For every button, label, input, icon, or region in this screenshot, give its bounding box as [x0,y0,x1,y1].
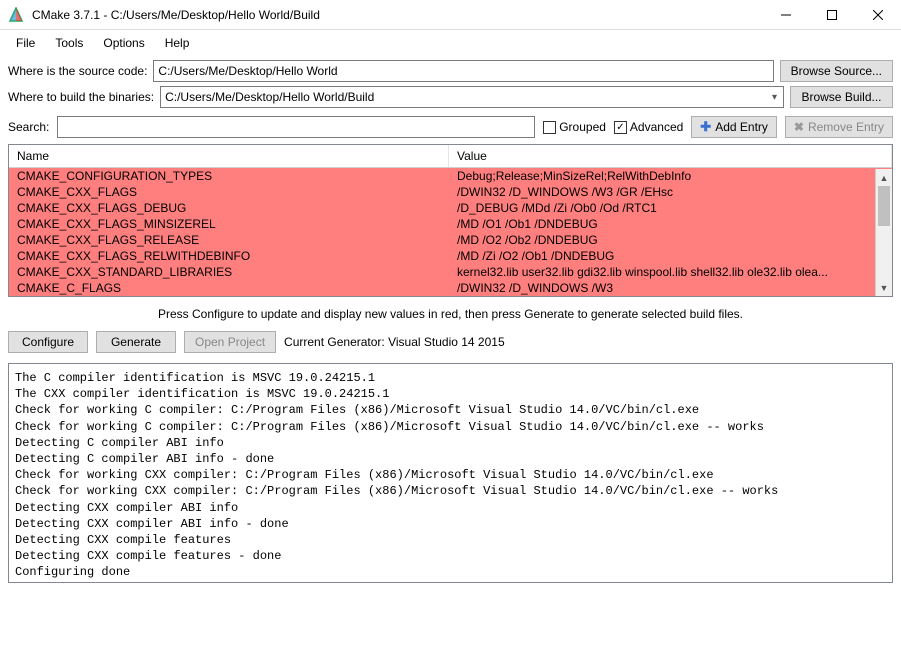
build-input[interactable] [165,90,770,104]
menu-file[interactable]: File [8,34,43,52]
open-project-button: Open Project [184,331,276,353]
remove-entry-label: Remove Entry [808,120,884,134]
search-label: Search: [8,120,49,134]
cell-name: CMAKE_CXX_FLAGS [9,184,449,200]
cell-value: Debug;Release;MinSizeRel;RelWithDebInfo [449,168,875,184]
cell-name: CMAKE_CXX_FLAGS_RELWITHDEBINFO [9,248,449,264]
chevron-down-icon[interactable]: ▾ [770,92,779,103]
hint-text: Press Configure to update and display ne… [8,301,893,325]
menubar: File Tools Options Help [0,30,901,56]
output-log[interactable]: The C compiler identification is MSVC 19… [8,363,893,583]
cell-value: /DWIN32 /D_WINDOWS /W3 /GR /EHsc [449,184,875,200]
advanced-checkbox[interactable]: ✓ Advanced [614,120,683,134]
checkbox-box-icon [543,121,556,134]
generate-button[interactable]: Generate [96,331,176,353]
plus-icon: ✚ [700,119,711,135]
menu-help[interactable]: Help [157,34,198,52]
build-label: Where to build the binaries: [8,90,154,104]
cell-value: /MD /O1 /Ob1 /DNDEBUG [449,216,875,232]
window-title: CMake 3.7.1 - C:/Users/Me/Desktop/Hello … [32,8,763,22]
configure-button[interactable]: Configure [8,331,88,353]
source-input[interactable] [158,64,768,78]
menu-options[interactable]: Options [95,34,152,52]
table-row[interactable]: CMAKE_CXX_STANDARD_LIBRARIESkernel32.lib… [9,264,875,280]
grouped-checkbox[interactable]: Grouped [543,120,606,134]
source-label: Where is the source code: [8,64,147,78]
cell-value: /DWIN32 /D_WINDOWS /W3 [449,280,875,296]
minimize-button[interactable] [763,0,809,30]
cell-name: CMAKE_CXX_STANDARD_LIBRARIES [9,264,449,280]
grouped-label: Grouped [559,120,606,134]
table-row[interactable]: CMAKE_C_FLAGS/DWIN32 /D_WINDOWS /W3 [9,280,875,296]
add-entry-label: Add Entry [715,120,768,134]
advanced-label: Advanced [630,120,683,134]
cell-name: CMAKE_CXX_FLAGS_MINSIZEREL [9,216,449,232]
table-scrollbar[interactable]: ▲ ▼ [875,169,892,296]
current-generator-label: Current Generator: Visual Studio 14 2015 [284,335,505,349]
checkbox-box-icon: ✓ [614,121,627,134]
close-button[interactable] [855,0,901,30]
cell-value: /MD /Zi /O2 /Ob1 /DNDEBUG [449,248,875,264]
browse-build-button[interactable]: Browse Build... [790,86,893,108]
scroll-up-icon[interactable]: ▲ [876,169,892,186]
build-path-box[interactable]: ▾ [160,86,784,108]
column-header-value[interactable]: Value [449,145,892,167]
cache-table: Name Value CMAKE_CONFIGURATION_TYPESDebu… [8,144,893,297]
titlebar: CMake 3.7.1 - C:/Users/Me/Desktop/Hello … [0,0,901,30]
browse-source-button[interactable]: Browse Source... [780,60,893,82]
cell-name: CMAKE_CXX_FLAGS_RELEASE [9,232,449,248]
x-icon: ✖ [794,120,804,134]
add-entry-button[interactable]: ✚ Add Entry [691,116,777,138]
scroll-down-icon[interactable]: ▼ [876,279,892,296]
table-row[interactable]: CMAKE_CXX_FLAGS/DWIN32 /D_WINDOWS /W3 /G… [9,184,875,200]
table-row[interactable]: CMAKE_CONFIGURATION_TYPESDebug;Release;M… [9,168,875,184]
search-input[interactable] [57,116,535,138]
scrollbar-thumb[interactable] [878,186,890,226]
table-row[interactable]: CMAKE_CXX_FLAGS_MINSIZEREL/MD /O1 /Ob1 /… [9,216,875,232]
table-row[interactable]: CMAKE_CXX_FLAGS_RELWITHDEBINFO/MD /Zi /O… [9,248,875,264]
cell-name: CMAKE_CXX_FLAGS_DEBUG [9,200,449,216]
menu-tools[interactable]: Tools [47,34,91,52]
cell-value: /D_DEBUG /MDd /Zi /Ob0 /Od /RTC1 [449,200,875,216]
cell-name: CMAKE_CONFIGURATION_TYPES [9,168,449,184]
maximize-button[interactable] [809,0,855,30]
cell-value: kernel32.lib user32.lib gdi32.lib winspo… [449,264,875,280]
table-row[interactable]: CMAKE_CXX_FLAGS_DEBUG/D_DEBUG /MDd /Zi /… [9,200,875,216]
remove-entry-button: ✖ Remove Entry [785,116,893,138]
source-path-box[interactable] [153,60,773,82]
table-row[interactable]: CMAKE_CXX_FLAGS_RELEASE/MD /O2 /Ob2 /DND… [9,232,875,248]
app-icon [8,7,24,23]
column-header-name[interactable]: Name [9,145,449,167]
cell-value: /MD /O2 /Ob2 /DNDEBUG [449,232,875,248]
cell-name: CMAKE_C_FLAGS [9,280,449,296]
